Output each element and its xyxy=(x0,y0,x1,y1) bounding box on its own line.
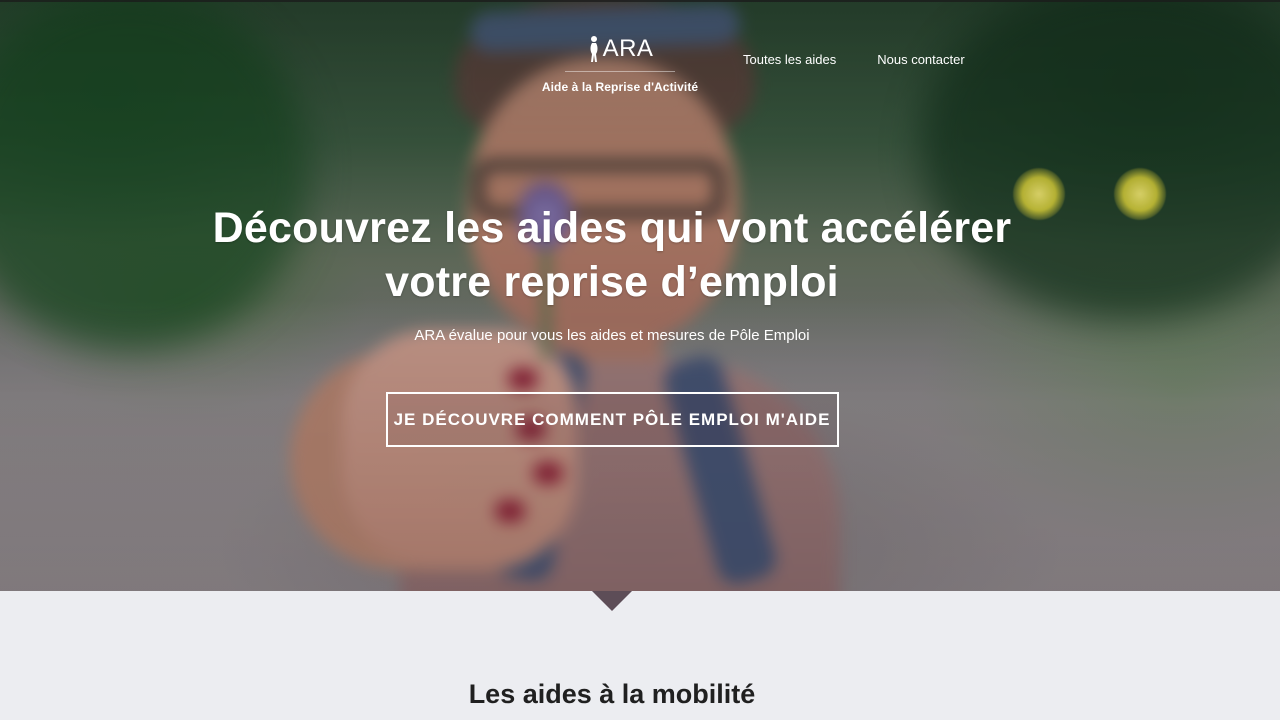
top-border xyxy=(0,0,1280,2)
logo-text: ARA xyxy=(602,35,654,62)
hero-title: Découvrez les aides qui vont accélérer v… xyxy=(212,204,1012,306)
woman-silhouette-icon xyxy=(587,35,601,63)
discover-aids-button[interactable]: JE DÉCOUVRE COMMENT PÔLE EMPLOI M'AIDE xyxy=(385,392,839,447)
landing-page: ARA Aide à la Reprise d'Activité Toutes … xyxy=(0,0,1280,720)
section-title: Les aides à la mobilité xyxy=(468,679,756,709)
section-notch xyxy=(592,591,632,611)
brand-subtitle: Aide à la Reprise d'Activité xyxy=(541,80,699,94)
hero-subtitle: ARA évalue pour vous les aides et mesure… xyxy=(414,327,810,344)
main-navigation: Toutes les aides Nous contacter xyxy=(743,52,965,67)
nav-link-all-aids[interactable]: Toutes les aides xyxy=(743,52,836,67)
nav-link-contact[interactable]: Nous contacter xyxy=(877,52,964,67)
hero-content: Découvrez les aides qui vont accélérer v… xyxy=(0,201,1280,447)
hero-cta-wrap: JE DÉCOUVRE COMMENT PÔLE EMPLOI M'AIDE xyxy=(0,392,1252,447)
logo-row: ARA xyxy=(535,32,705,66)
logo-divider xyxy=(565,71,675,72)
hero-section: ARA Aide à la Reprise d'Activité Toutes … xyxy=(0,0,1280,591)
brand-logo[interactable]: ARA Aide à la Reprise d'Activité xyxy=(535,32,705,94)
